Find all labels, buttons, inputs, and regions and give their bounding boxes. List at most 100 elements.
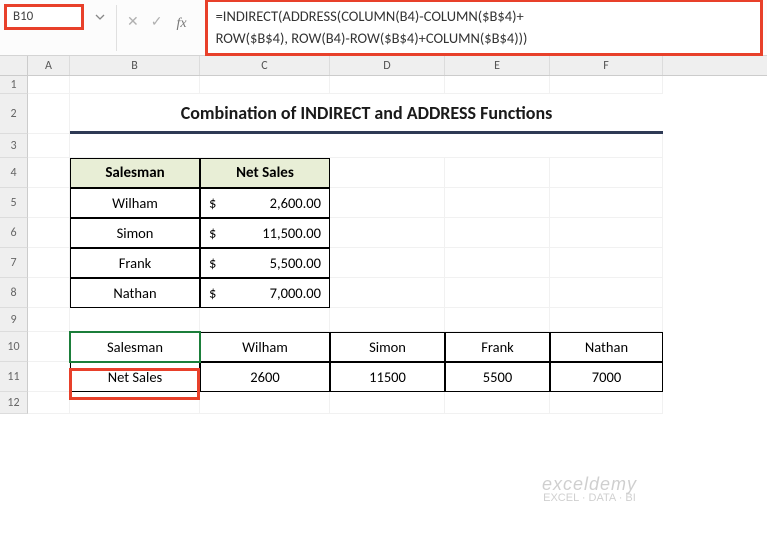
cell-d5[interactable] (330, 188, 445, 218)
cell-b11[interactable]: Net Sales (70, 362, 200, 392)
table1-name-0[interactable]: Wilham (70, 188, 200, 218)
cell-d6[interactable] (330, 218, 445, 248)
cell-d8[interactable] (330, 278, 445, 308)
cell-a8[interactable] (28, 278, 70, 308)
row-header-11[interactable]: 11 (0, 362, 28, 392)
cell-c11[interactable]: 2600 (200, 362, 330, 392)
cell-f4[interactable] (550, 158, 663, 188)
cell-c1[interactable] (200, 76, 330, 94)
row-header-10[interactable]: 10 (0, 332, 28, 362)
cell-a5[interactable] (28, 188, 70, 218)
cell-b12[interactable] (70, 392, 200, 414)
spreadsheet-grid: A B C D E F 1 2 Combination of INDIRECT … (0, 56, 767, 414)
cell-b9[interactable] (70, 308, 200, 332)
row-header-2[interactable]: 2 (0, 94, 28, 134)
cell-f9[interactable] (550, 308, 663, 332)
fx-icon[interactable]: fx (174, 16, 188, 32)
cell-f12[interactable] (550, 392, 663, 414)
cell-b10-value: Salesman (107, 338, 163, 356)
watermark-line1: exceldemy (542, 475, 637, 493)
name-box[interactable]: B10 (4, 4, 84, 30)
cell-e5[interactable] (445, 188, 550, 218)
cell-f6[interactable] (550, 218, 663, 248)
cell-e10[interactable]: Frank (445, 332, 550, 362)
cell-e6[interactable] (445, 218, 550, 248)
row-header-4[interactable]: 4 (0, 158, 28, 188)
col-header-d[interactable]: D (330, 56, 445, 75)
cell-a11[interactable] (28, 362, 70, 392)
cell-a9[interactable] (28, 308, 70, 332)
currency-symbol: $ (209, 284, 216, 302)
cell-e11[interactable]: 5500 (445, 362, 550, 392)
cell-e8[interactable] (445, 278, 550, 308)
cell-b10-active[interactable]: Salesman (70, 332, 200, 362)
cell-e1[interactable] (445, 76, 550, 94)
formula-bar-icons: ✕ ✓ fx (121, 12, 195, 32)
cell-f7[interactable] (550, 248, 663, 278)
cell-d7[interactable] (330, 248, 445, 278)
formula-input[interactable]: =INDIRECT(ADDRESS(COLUMN(B4)-COLUMN($B$4… (205, 0, 763, 56)
title-text: Combination of INDIRECT and ADDRESS Func… (181, 102, 553, 124)
cell-e4[interactable] (445, 158, 550, 188)
table1-name-3[interactable]: Nathan (70, 278, 200, 308)
cancel-icon[interactable]: ✕ (127, 13, 139, 30)
table1-header-salesman[interactable]: Salesman (70, 158, 200, 188)
table1-name-2[interactable]: Frank (70, 248, 200, 278)
cell-merged-3[interactable] (70, 134, 663, 158)
row-header-3[interactable]: 3 (0, 134, 28, 158)
cell-a6[interactable] (28, 218, 70, 248)
cell-a1[interactable] (28, 76, 70, 94)
cell-d12[interactable] (330, 392, 445, 414)
name-box-dropdown-icon[interactable] (88, 5, 112, 29)
cell-e12[interactable] (445, 392, 550, 414)
currency-symbol: $ (209, 194, 216, 212)
cell-d9[interactable] (330, 308, 445, 332)
cell-f11[interactable]: 7000 (550, 362, 663, 392)
table1-val-2[interactable]: $ 5,500.00 (200, 248, 330, 278)
cell-a7[interactable] (28, 248, 70, 278)
table1-name-1[interactable]: Simon (70, 218, 200, 248)
row-header-9[interactable]: 9 (0, 308, 28, 332)
row-header-6[interactable]: 6 (0, 218, 28, 248)
cell-a3[interactable] (28, 134, 70, 158)
cell-a4[interactable] (28, 158, 70, 188)
cell-c10[interactable]: Wilham (200, 332, 330, 362)
row-header-5[interactable]: 5 (0, 188, 28, 218)
col-header-f[interactable]: F (550, 56, 663, 75)
table1-val-0[interactable]: $ 2,600.00 (200, 188, 330, 218)
cell-b1[interactable] (70, 76, 200, 94)
cell-c9[interactable] (200, 308, 330, 332)
row-header-8[interactable]: 8 (0, 278, 28, 308)
col-header-e[interactable]: E (445, 56, 550, 75)
cell-a10[interactable] (28, 332, 70, 362)
cell-f1[interactable] (550, 76, 663, 94)
cell-f8[interactable] (550, 278, 663, 308)
currency-value: 7,000.00 (270, 284, 321, 302)
col-header-a[interactable]: A (28, 56, 70, 75)
page-title[interactable]: Combination of INDIRECT and ADDRESS Func… (70, 94, 663, 134)
table1-val-3[interactable]: $ 7,000.00 (200, 278, 330, 308)
enter-icon[interactable]: ✓ (151, 13, 163, 30)
cell-e7[interactable] (445, 248, 550, 278)
table1-val-1[interactable]: $ 11,500.00 (200, 218, 330, 248)
cell-d4[interactable] (330, 158, 445, 188)
cell-d10[interactable]: Simon (330, 332, 445, 362)
cell-a12[interactable] (28, 392, 70, 414)
table1-header-netsales[interactable]: Net Sales (200, 158, 330, 188)
cell-f10[interactable]: Nathan (550, 332, 663, 362)
row-header-1[interactable]: 1 (0, 76, 28, 94)
cell-f5[interactable] (550, 188, 663, 218)
formula-text: =INDIRECT(ADDRESS(COLUMN(B4)-COLUMN($B$4… (216, 7, 528, 46)
col-header-b[interactable]: B (70, 56, 200, 75)
col-header-c[interactable]: C (200, 56, 330, 75)
cell-d1[interactable] (330, 76, 445, 94)
name-box-value: B10 (13, 9, 33, 24)
cell-c12[interactable] (200, 392, 330, 414)
row-header-12[interactable]: 12 (0, 392, 28, 414)
select-all-corner[interactable] (0, 56, 28, 75)
cell-e9[interactable] (445, 308, 550, 332)
cell-d11[interactable]: 11500 (330, 362, 445, 392)
divider (116, 5, 117, 51)
row-header-7[interactable]: 7 (0, 248, 28, 278)
cell-a2[interactable] (28, 94, 70, 134)
